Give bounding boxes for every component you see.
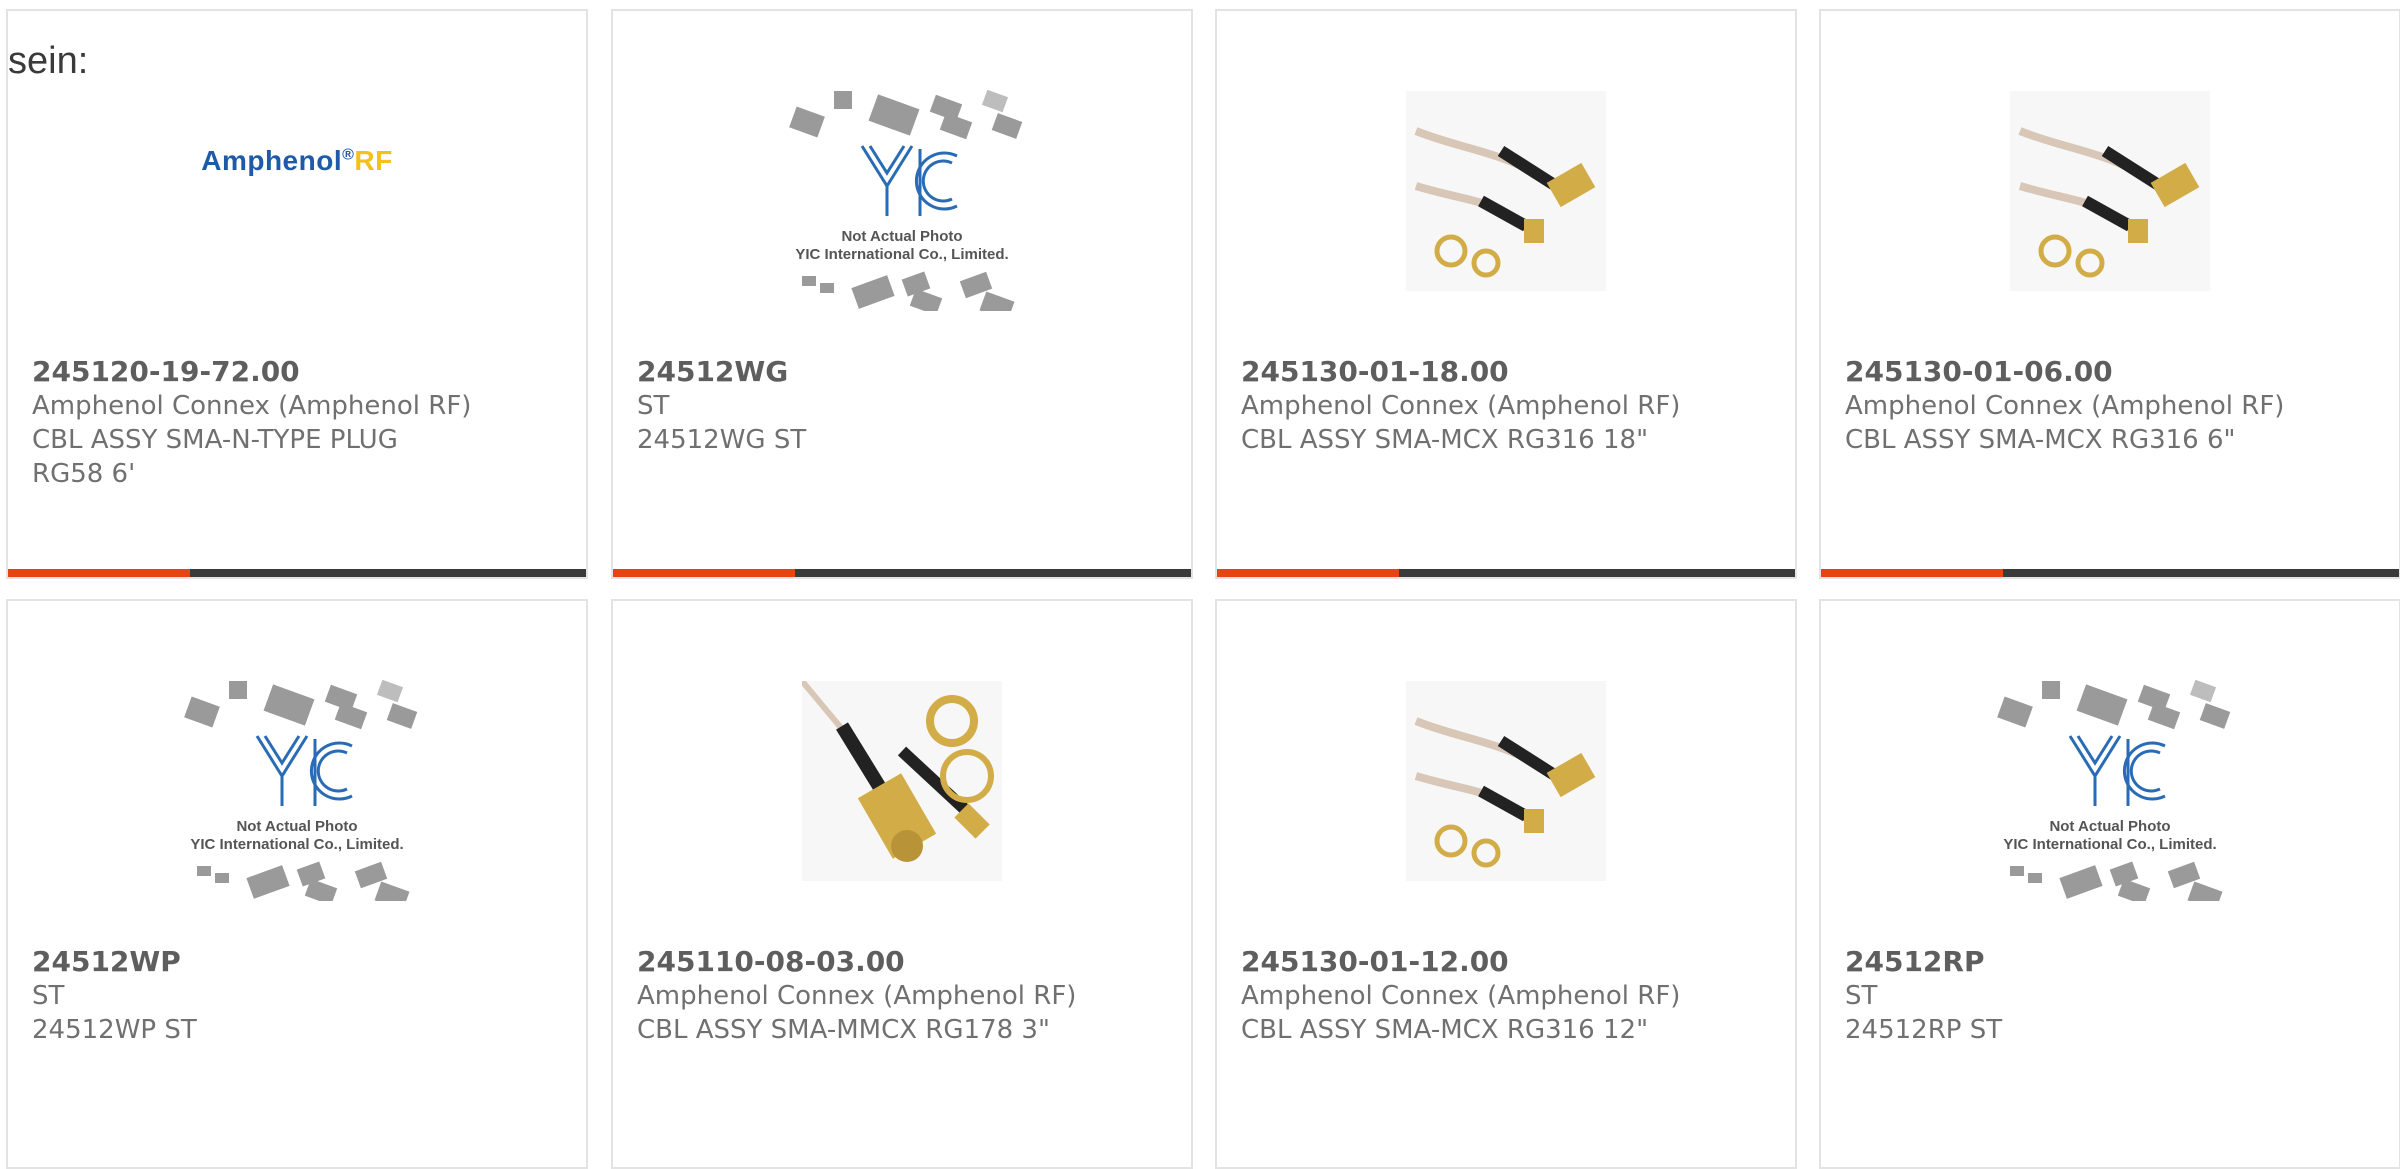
description-cont: RG58 6' <box>32 459 136 489</box>
card-bottom-bar <box>8 569 586 577</box>
product-card[interactable]: 245130-01-18.00 Amphenol Connex (Ampheno… <box>1215 9 1797 579</box>
yic-placeholder-image: Not Actual Photo YIC International Co., … <box>1997 679 2231 901</box>
svg-text:YIC International Co., Limited: YIC International Co., Limited. <box>795 246 1008 263</box>
product-card[interactable]: 245110-08-03.00 Amphenol Connex (Ampheno… <box>611 599 1193 1169</box>
manufacturer: Amphenol Connex (Amphenol RF) <box>1241 981 1681 1011</box>
description: 24512RP ST <box>1845 1015 2003 1045</box>
svg-text:Not Actual Photo: Not Actual Photo <box>2049 818 2170 835</box>
product-card[interactable]: Not Actual Photo YIC International Co., … <box>611 9 1193 579</box>
part-number[interactable]: 24512RP <box>1845 945 2379 979</box>
product-thumbnail: Amphenol®RF <box>147 71 447 311</box>
part-number[interactable]: 245120-19-72.00 <box>32 355 566 389</box>
svg-text:YIC International Co., Limited: YIC International Co., Limited. <box>2003 836 2216 853</box>
product-thumbnail: Not Actual Photo YIC International Co., … <box>1960 661 2260 901</box>
part-number[interactable]: 24512WP <box>32 945 566 979</box>
part-number[interactable]: 24512WG <box>637 355 1171 389</box>
svg-text:Not Actual Photo: Not Actual Photo <box>236 818 357 835</box>
yic-placeholder-image: Not Actual Photo YIC International Co., … <box>184 679 418 901</box>
manufacturer: Amphenol Connex (Amphenol RF) <box>32 391 472 421</box>
svg-text:Not Actual Photo: Not Actual Photo <box>841 228 962 245</box>
description: CBL ASSY SMA-MMCX RG178 3" <box>637 1015 1050 1045</box>
cable-assembly-image <box>1406 91 1606 291</box>
cable-mmcx-image <box>802 681 1002 881</box>
description: 24512WP ST <box>32 1015 197 1045</box>
part-number[interactable]: 245110-08-03.00 <box>637 945 1171 979</box>
manufacturer: Amphenol Connex (Amphenol RF) <box>637 981 1077 1011</box>
manufacturer: Amphenol Connex (Amphenol RF) <box>1241 391 1681 421</box>
svg-text:YIC International Co., Limited: YIC International Co., Limited. <box>190 836 403 853</box>
manufacturer: ST <box>637 391 670 421</box>
product-card[interactable]: 245130-01-06.00 Amphenol Connex (Ampheno… <box>1819 9 2400 579</box>
description: CBL ASSY SMA-N-TYPE PLUG <box>32 425 398 455</box>
part-number[interactable]: 245130-01-06.00 <box>1845 355 2379 389</box>
cable-assembly-image <box>2010 91 2210 291</box>
product-thumbnail: Not Actual Photo YIC International Co., … <box>752 71 1052 311</box>
card-bottom-bar <box>613 569 1191 577</box>
card-bottom-bar <box>1217 569 1795 577</box>
manufacturer: ST <box>1845 981 1878 1011</box>
product-card[interactable]: Not Actual Photo YIC International Co., … <box>6 599 588 1169</box>
description: CBL ASSY SMA-MCX RG316 18" <box>1241 425 1649 455</box>
cable-assembly-image <box>1406 681 1606 881</box>
product-thumbnail <box>1960 71 2260 311</box>
product-thumbnail <box>752 661 1052 901</box>
part-number[interactable]: 245130-01-12.00 <box>1241 945 1775 979</box>
product-thumbnail: Not Actual Photo YIC International Co., … <box>147 661 447 901</box>
intro-text: sein: <box>8 40 89 82</box>
description: CBL ASSY SMA-MCX RG316 6" <box>1845 425 2236 455</box>
product-card[interactable]: Not Actual Photo YIC International Co., … <box>1819 599 2400 1169</box>
product-card[interactable]: Amphenol®RF 245120-19-72.00 Amphenol Con… <box>6 9 588 579</box>
amphenol-rf-logo: Amphenol®RF <box>201 145 393 176</box>
card-bottom-bar <box>1821 569 2399 577</box>
product-card[interactable]: 245130-01-12.00 Amphenol Connex (Ampheno… <box>1215 599 1797 1169</box>
yic-placeholder-image: Not Actual Photo YIC International Co., … <box>789 89 1023 311</box>
manufacturer: ST <box>32 981 65 1011</box>
manufacturer: Amphenol Connex (Amphenol RF) <box>1845 391 2285 421</box>
description: 24512WG ST <box>637 425 807 455</box>
product-thumbnail <box>1356 71 1656 311</box>
part-number[interactable]: 245130-01-18.00 <box>1241 355 1775 389</box>
description: CBL ASSY SMA-MCX RG316 12" <box>1241 1015 1649 1045</box>
product-grid: Amphenol®RF 245120-19-72.00 Amphenol Con… <box>0 0 2400 1169</box>
product-thumbnail <box>1356 661 1656 901</box>
